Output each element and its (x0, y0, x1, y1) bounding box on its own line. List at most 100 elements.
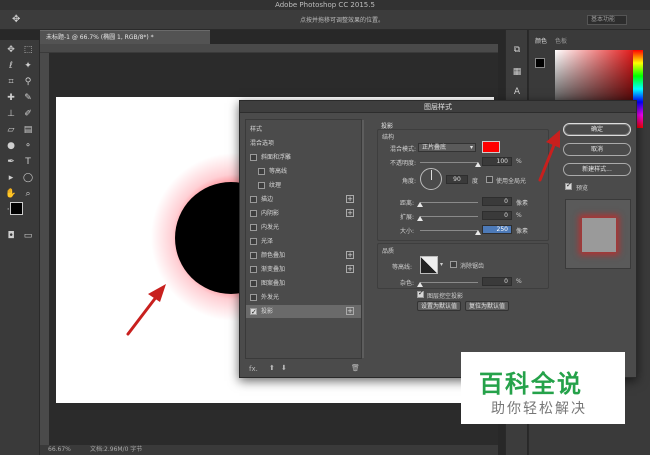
size-input[interactable]: 250 (482, 225, 512, 234)
opacity-slider-thumb[interactable] (475, 162, 481, 167)
add-style-icon[interactable]: + (346, 195, 354, 203)
style-item[interactable]: 内阴影 + (246, 207, 361, 220)
fx-button[interactable]: fx. (249, 365, 258, 373)
cancel-button[interactable]: 取消 (563, 143, 631, 156)
knockout-checkbox[interactable] (417, 289, 424, 298)
ok-button[interactable]: 确定 (563, 123, 631, 136)
dialog-title[interactable]: 图层样式 (240, 101, 636, 113)
style-item-checkbox[interactable] (250, 210, 257, 217)
crop-tool-icon[interactable]: ⌗ (4, 76, 18, 88)
add-style-icon[interactable]: + (346, 307, 354, 315)
style-item[interactable]: 投影 + (246, 305, 361, 319)
angle-input[interactable]: 90 (446, 175, 468, 184)
style-item-checkbox[interactable] (250, 306, 257, 319)
foreground-color-swatch[interactable] (10, 202, 23, 215)
quick-mask-icon[interactable]: ◘ (4, 230, 18, 242)
zoom-tool-icon[interactable]: ⌕ (21, 188, 35, 200)
style-item-checkbox[interactable] (250, 280, 257, 287)
character-panel-icon[interactable]: A (510, 86, 524, 98)
opacity-slider[interactable] (420, 162, 478, 163)
hand-tool-icon[interactable]: ✋ (4, 188, 18, 200)
style-item-checkbox[interactable] (250, 196, 257, 203)
style-item[interactable]: 颜色叠加 + (246, 249, 361, 262)
gradient-tool-icon[interactable]: ▤ (21, 124, 35, 136)
marquee-tool-icon[interactable]: ⬚ (21, 44, 35, 56)
add-style-icon[interactable]: + (346, 251, 354, 259)
style-item-checkbox[interactable] (250, 224, 257, 231)
blur-tool-icon[interactable]: ● (4, 140, 18, 152)
clone-stamp-tool-icon[interactable]: ⊥ (4, 108, 18, 120)
spread-slider[interactable] (420, 216, 478, 217)
noise-slider[interactable] (420, 282, 478, 283)
eyedropper-tool-icon[interactable]: ⚲ (21, 76, 35, 88)
pen-tool-icon[interactable]: ✒ (4, 156, 18, 168)
healing-brush-tool-icon[interactable]: ✚ (4, 92, 18, 104)
opacity-input[interactable]: 100 (482, 157, 512, 166)
tab-color[interactable]: 颜色 (535, 36, 547, 45)
distance-slider-thumb[interactable] (417, 202, 423, 207)
move-tool-icon[interactable]: ✥ (12, 14, 20, 25)
set-default-button[interactable]: 设置为默认值 (417, 301, 461, 311)
dodge-tool-icon[interactable]: ⚬ (21, 140, 35, 152)
style-list-header[interactable]: 样式 (246, 123, 361, 136)
move-up-icon[interactable]: ⬆ (269, 364, 275, 372)
delete-icon[interactable]: 🗑 (351, 364, 360, 372)
size-slider[interactable] (420, 230, 478, 231)
ellipse-tool-icon[interactable]: ◯ (21, 172, 35, 184)
style-item[interactable]: 图案叠加 (246, 277, 361, 290)
path-selection-tool-icon[interactable]: ▸ (4, 172, 18, 184)
magic-wand-tool-icon[interactable]: ✦ (21, 60, 35, 72)
panel-foreground-swatch[interactable] (535, 58, 545, 68)
spread-slider-thumb[interactable] (417, 216, 423, 221)
reset-default-button[interactable]: 复位为默认值 (465, 301, 509, 311)
size-slider-thumb[interactable] (475, 230, 481, 235)
screen-mode-icon[interactable]: ▭ (21, 230, 35, 242)
style-item-checkbox[interactable] (250, 266, 257, 273)
style-item-checkbox[interactable] (250, 154, 257, 161)
noise-input[interactable]: 0 (482, 277, 512, 286)
style-item[interactable]: 等高线 (246, 165, 361, 178)
style-item[interactable]: 斜面和浮雕 (246, 151, 361, 164)
style-list-scrollbar[interactable] (362, 120, 364, 358)
move-tool-icon[interactable]: ✥ (4, 44, 18, 56)
properties-panel-icon[interactable]: ▦ (510, 66, 524, 78)
history-brush-tool-icon[interactable]: ✐ (21, 108, 35, 120)
eraser-tool-icon[interactable]: ▱ (4, 124, 18, 136)
blend-mode-select[interactable]: 正片叠底 ▾ (418, 143, 476, 152)
new-style-button[interactable]: 新建样式... (563, 163, 631, 176)
antialias-checkbox[interactable] (450, 261, 457, 268)
spread-input[interactable]: 0 (482, 211, 512, 220)
style-item[interactable]: 外发光 (246, 291, 361, 304)
blend-options-item[interactable]: 混合选项 (246, 137, 361, 150)
angle-dial[interactable] (420, 168, 442, 190)
style-item-checkbox[interactable] (258, 182, 265, 189)
style-item-checkbox[interactable] (250, 294, 257, 301)
brush-tool-icon[interactable]: ✎ (21, 92, 35, 104)
style-item[interactable]: 渐变叠加 + (246, 263, 361, 276)
shadow-color-swatch[interactable] (482, 141, 500, 153)
noise-slider-thumb[interactable] (417, 282, 423, 287)
add-style-icon[interactable]: + (346, 265, 354, 273)
style-item[interactable]: 内发光 (246, 221, 361, 234)
history-panel-icon[interactable]: ⧉ (510, 44, 524, 56)
workspace-select[interactable]: 基本功能 (587, 15, 627, 25)
zoom-level[interactable]: 66.67% (48, 445, 71, 455)
contour-picker[interactable] (420, 256, 438, 274)
style-item-checkbox[interactable] (258, 168, 265, 175)
preview-checkbox[interactable] (565, 181, 572, 190)
lasso-tool-icon[interactable]: ℓ (4, 60, 18, 72)
global-light-checkbox[interactable] (486, 176, 493, 183)
document-tab[interactable]: 未标题-1 @ 66.7% (椭圆 1, RGB/8*) * (40, 30, 210, 44)
style-item[interactable]: 纹理 (246, 179, 361, 192)
style-item-checkbox[interactable] (250, 238, 257, 245)
distance-slider[interactable] (420, 202, 478, 203)
style-item[interactable]: 光泽 (246, 235, 361, 248)
chevron-down-icon[interactable]: ▾ (440, 261, 443, 268)
tab-swatches[interactable]: 色板 (555, 36, 567, 45)
style-item[interactable]: 描边 + (246, 193, 361, 206)
type-tool-icon[interactable]: T (21, 156, 35, 168)
distance-input[interactable]: 0 (482, 197, 512, 206)
document-info[interactable]: 文档:2.96M/0 字节 (90, 445, 142, 455)
move-down-icon[interactable]: ⬇ (281, 364, 287, 372)
add-style-icon[interactable]: + (346, 209, 354, 217)
